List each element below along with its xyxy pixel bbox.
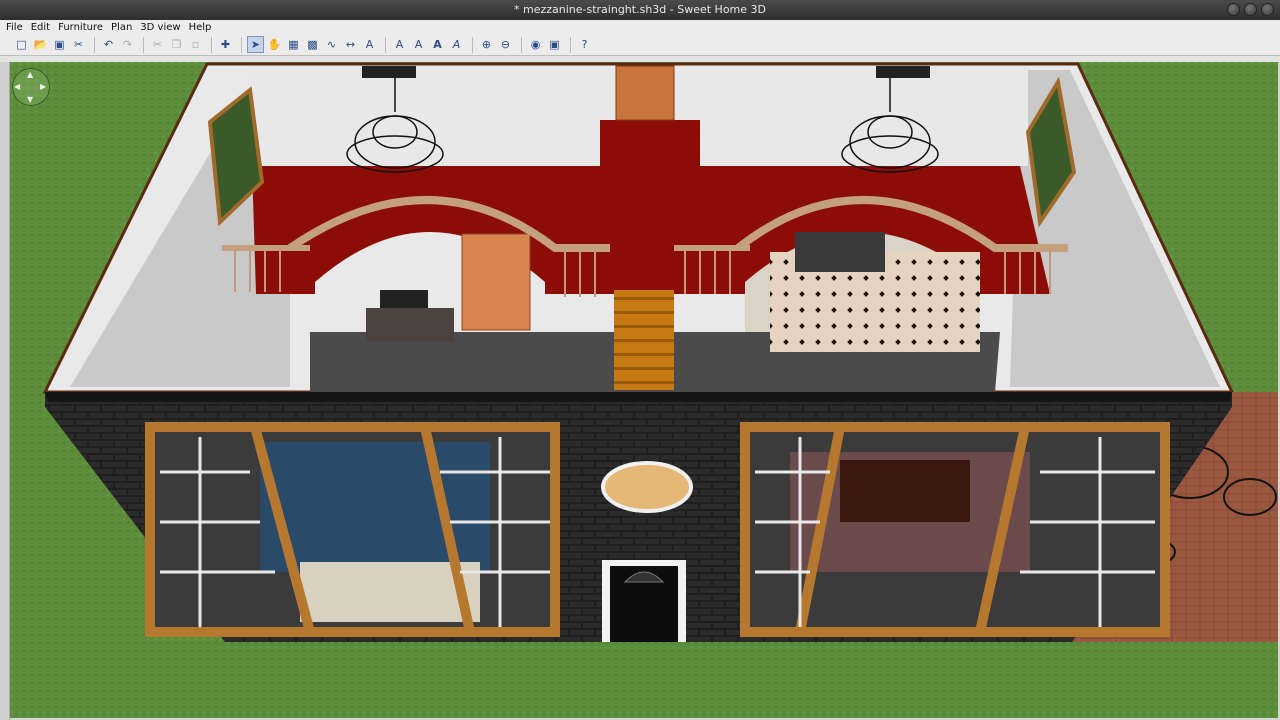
arrow-down-icon[interactable]: ▼ (27, 95, 33, 104)
bold-text-icon[interactable]: A (429, 36, 446, 53)
toolbar-separator (94, 36, 95, 53)
arrow-left-icon[interactable]: ◀ (14, 82, 20, 91)
arrow-right-icon[interactable]: ▶ (40, 82, 46, 91)
add-text-icon[interactable]: A (361, 36, 378, 53)
close-icon[interactable] (1261, 3, 1274, 16)
menu-plan[interactable]: Plan (111, 22, 132, 33)
open-icon[interactable]: 📂 (32, 36, 49, 53)
add-furniture-icon[interactable]: ✚ (217, 36, 234, 53)
menu-3d-view[interactable]: 3D view (140, 22, 180, 33)
toolbar: □ 📂 ▣ ✂ ↶ ↷ ✂ ❐ ▫ ✚ ➤ ✋ ▦ ▩ ∿ ↔ A A A A … (0, 34, 1280, 56)
toolbar-separator (472, 36, 473, 53)
toolbar-separator (521, 36, 522, 53)
create-rooms-icon[interactable]: ▩ (304, 36, 321, 53)
3d-view[interactable]: ▲ ▼ ◀ ▶ (10, 62, 1278, 718)
decrease-text-size-icon[interactable]: A (410, 36, 427, 53)
3d-scene (10, 62, 1278, 718)
title-bar: * mezzanine-strainght.sh3d - Sweet Home … (0, 0, 1280, 20)
front-wall-top-edge (45, 392, 1232, 402)
redo-icon[interactable]: ↷ (119, 36, 136, 53)
menu-file[interactable]: File (6, 22, 23, 33)
preferences-icon[interactable]: ✂ (70, 36, 87, 53)
copy-icon[interactable]: ❐ (168, 36, 185, 53)
right-front-window (740, 422, 1170, 637)
create-video-icon[interactable]: ▣ (546, 36, 563, 53)
tv-stand (366, 308, 454, 342)
arrow-up-icon[interactable]: ▲ (27, 70, 33, 79)
menu-bar: File Edit Furniture Plan 3D view Help (0, 20, 1280, 34)
toolbar-separator (143, 36, 144, 53)
staircase (614, 290, 674, 390)
interior-door (461, 233, 531, 331)
create-photo-icon[interactable]: ◉ (527, 36, 544, 53)
cut-icon[interactable]: ✂ (149, 36, 166, 53)
mezzanine-door (615, 65, 675, 121)
create-polylines-icon[interactable]: ∿ (323, 36, 340, 53)
right-ceiling-light (876, 66, 930, 78)
save-icon[interactable]: ▣ (51, 36, 68, 53)
collapsed-side-pane[interactable] (0, 62, 10, 720)
new-file-icon[interactable]: □ (13, 36, 30, 53)
create-dimensions-icon[interactable]: ↔ (342, 36, 359, 53)
zoom-out-icon[interactable]: ⊖ (497, 36, 514, 53)
oval-window (601, 461, 693, 513)
toolbar-separator (211, 36, 212, 53)
undo-icon[interactable]: ↶ (100, 36, 117, 53)
paste-icon[interactable]: ▫ (187, 36, 204, 53)
menu-edit[interactable]: Edit (31, 22, 50, 33)
tv (380, 290, 428, 308)
left-ceiling-light (362, 66, 416, 78)
menu-furniture[interactable]: Furniture (58, 22, 103, 33)
maximize-icon[interactable] (1244, 3, 1257, 16)
window-title: * mezzanine-strainght.sh3d - Sweet Home … (513, 3, 767, 16)
left-front-window (145, 422, 560, 637)
pan-icon[interactable]: ✋ (266, 36, 283, 53)
help-icon[interactable]: ? (576, 36, 593, 53)
increase-text-size-icon[interactable]: A (391, 36, 408, 53)
toolbar-separator (570, 36, 571, 53)
navigation-arrows[interactable]: ▲ ▼ ◀ ▶ (12, 68, 50, 106)
create-walls-icon[interactable]: ▦ (285, 36, 302, 53)
minimize-icon[interactable] (1227, 3, 1240, 16)
toolbar-separator (241, 36, 242, 53)
italic-text-icon[interactable]: A (448, 36, 465, 53)
toolbar-separator (385, 36, 386, 53)
zoom-in-icon[interactable]: ⊕ (478, 36, 495, 53)
kitchen-counter (795, 232, 885, 272)
menu-help[interactable]: Help (189, 22, 212, 33)
select-icon[interactable]: ➤ (247, 36, 264, 53)
